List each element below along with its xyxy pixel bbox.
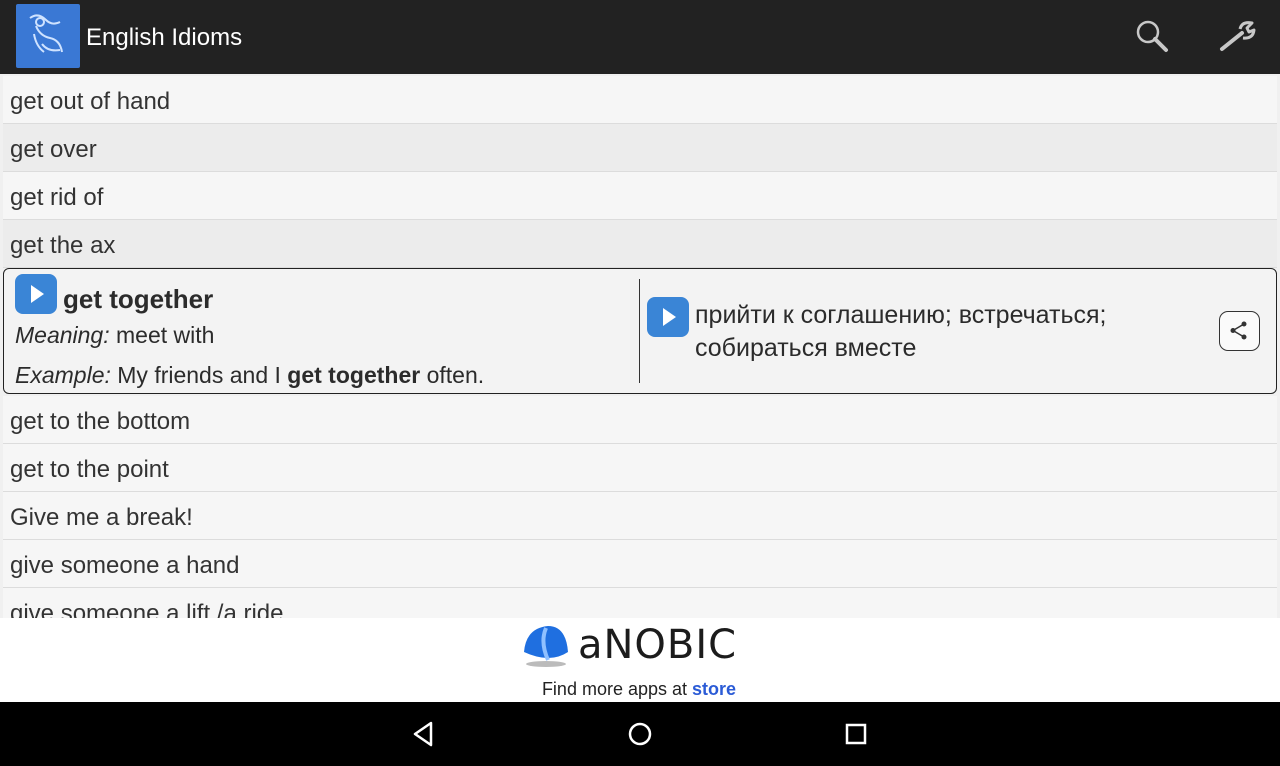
share-button[interactable] <box>1219 311 1260 351</box>
ad-banner[interactable]: aNOBIC Find more apps at store <box>426 620 852 702</box>
back-button[interactable] <box>402 712 446 756</box>
idiom-list[interactable]: get out of hand get over get rid of get … <box>0 74 1280 618</box>
example-highlight: get together <box>287 362 421 388</box>
list-item-label: get to the bottom <box>10 408 191 435</box>
ad-store-link[interactable]: store <box>692 679 736 699</box>
list-item[interactable]: Give me a break! <box>3 492 1277 540</box>
meaning-label: Meaning: <box>15 322 110 348</box>
list-item-label: Give me a break! <box>10 504 193 531</box>
app-bar: English Idioms <box>0 0 1280 74</box>
app-title: English Idioms <box>86 24 243 51</box>
list-item-label: get the ax <box>10 232 116 259</box>
ad-brand: aNOBIC <box>578 622 738 668</box>
play-icon <box>663 308 676 326</box>
ad-tagline-text: Find more apps at <box>541 679 688 699</box>
play-icon <box>31 285 44 303</box>
app-logo-icon[interactable] <box>16 4 80 68</box>
recents-square-icon <box>845 723 867 745</box>
home-circle-icon <box>628 722 652 746</box>
meaning-text: meet with <box>116 322 215 348</box>
search-button[interactable] <box>1128 14 1176 62</box>
recents-button[interactable] <box>834 712 878 756</box>
list-item-label: get over <box>10 136 97 163</box>
ad-tagline: Find more apps at store <box>426 679 852 700</box>
play-translation-button[interactable] <box>647 297 689 337</box>
list-item[interactable]: get to the point <box>3 444 1277 492</box>
list-item[interactable]: get the ax <box>3 220 1277 268</box>
example-label: Example: <box>15 362 111 388</box>
list-item-label: get to the point <box>10 456 169 483</box>
list-item-label: get out of hand <box>10 88 171 115</box>
example-text-before: My friends and I <box>117 362 281 388</box>
list-item[interactable]: give someone a lift /a ride <box>3 588 1277 618</box>
list-item-label: get rid of <box>10 184 104 211</box>
list-item[interactable]: get out of hand <box>3 76 1277 124</box>
translation-text: прийти к соглашению; встречаться; собира… <box>695 301 1107 362</box>
example-text-after: often. <box>426 362 485 388</box>
list-item[interactable]: get over <box>3 124 1277 172</box>
list-item[interactable]: get rid of <box>3 172 1277 220</box>
system-nav-bar <box>0 702 1280 766</box>
idiom-meaning: Meaning: meet with <box>15 321 214 349</box>
home-button[interactable] <box>618 712 662 756</box>
expanded-list-item[interactable]: get together Meaning: meet with Example:… <box>3 268 1277 394</box>
anobic-logo-icon <box>524 626 568 667</box>
play-english-button[interactable] <box>15 274 57 314</box>
list-item-label: give someone a hand <box>10 552 240 579</box>
wrench-icon <box>1218 19 1258 58</box>
idiom-title: get together <box>63 284 214 314</box>
back-triangle-icon <box>413 721 433 747</box>
list-item[interactable]: give someone a hand <box>3 540 1277 588</box>
list-item-label: give someone a lift /a ride <box>10 600 284 618</box>
share-icon <box>1230 321 1247 340</box>
settings-button[interactable] <box>1214 14 1262 62</box>
search-icon <box>1135 19 1169 58</box>
list-item[interactable]: get to the bottom <box>3 396 1277 444</box>
divider <box>639 279 640 383</box>
idiom-example: Example: My friends and I get together o… <box>15 361 484 389</box>
